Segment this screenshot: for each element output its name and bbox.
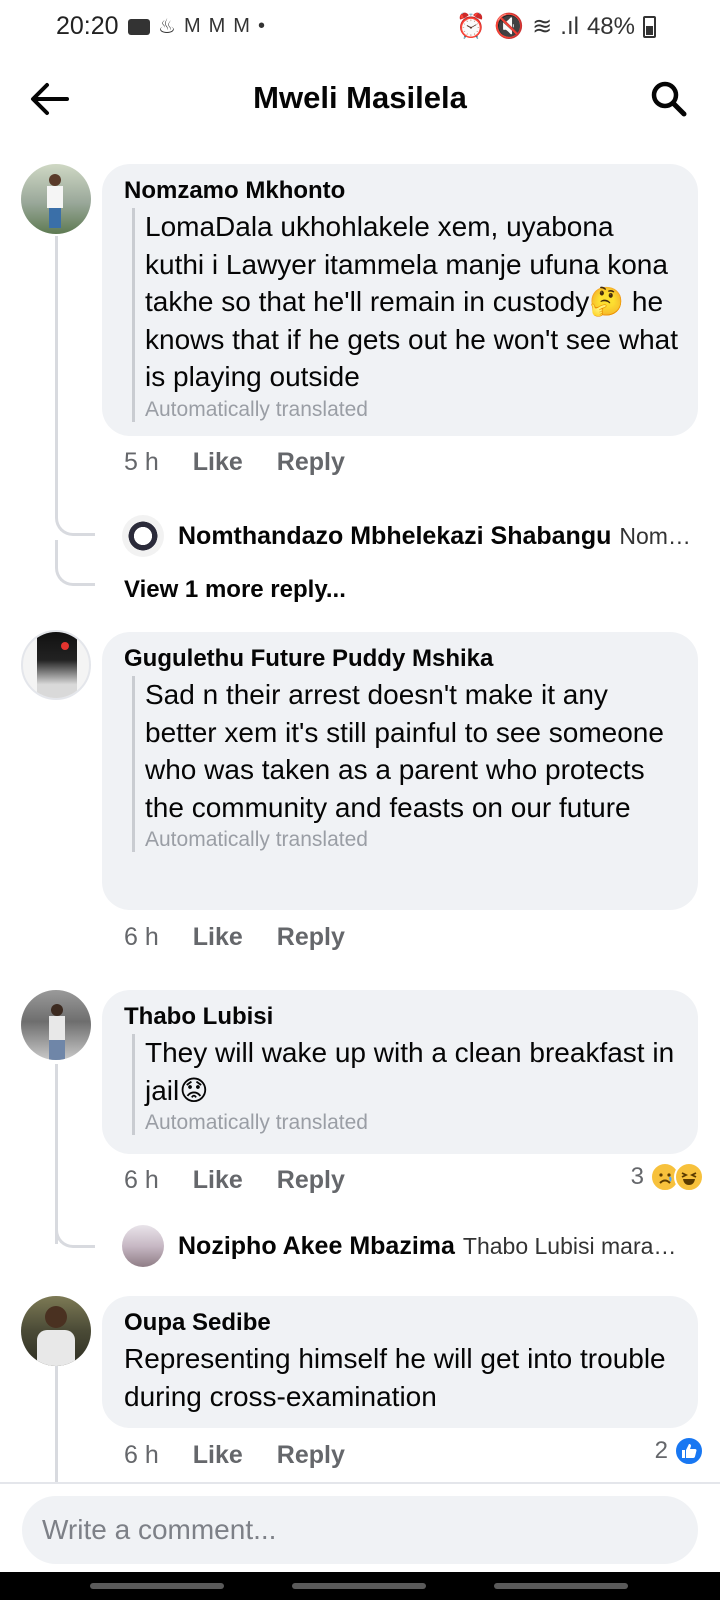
- like-button[interactable]: Like: [193, 1441, 243, 1470]
- thread-connector: [55, 1224, 95, 1248]
- translation-note[interactable]: Automatically translated: [145, 398, 680, 422]
- translation-note[interactable]: Automatically translated: [145, 1111, 686, 1135]
- comment-composer[interactable]: [22, 1496, 698, 1564]
- translated-content: LomaDala ukhohlakele xem, uyabona kuthi …: [132, 208, 680, 422]
- reaction-summary[interactable]: 2: [655, 1436, 704, 1466]
- like-thumb-icon: [674, 1436, 704, 1466]
- comment-text: They will wake up with a clean breakfast…: [145, 1037, 675, 1106]
- haha-face-icon: [674, 1162, 704, 1192]
- view-more-replies-link[interactable]: View 1 more reply...: [124, 576, 346, 604]
- battery-icon: [643, 15, 656, 38]
- youtube-icon: [128, 18, 150, 35]
- comment-bubble[interactable]: Thabo Lubisi They will wake up with a cl…: [102, 990, 698, 1154]
- thread-line: [55, 1064, 58, 1244]
- comment-actions: 6 h Like Reply: [124, 1166, 345, 1195]
- reply-button[interactable]: Reply: [277, 923, 345, 952]
- signal-icon: .ıl: [560, 12, 579, 40]
- comment-bubble[interactable]: Gugulethu Future Puddy Mshika Sad n thei…: [102, 632, 698, 910]
- status-time: 20:20: [56, 12, 119, 40]
- reply-button[interactable]: Reply: [277, 1166, 345, 1195]
- search-button[interactable]: [646, 76, 692, 122]
- reply-author[interactable]: Nomthandazo Mbhelekazi Shabangu: [178, 522, 611, 551]
- avatar[interactable]: [21, 630, 91, 700]
- comment-bubble[interactable]: Oupa Sedibe Representing himself he will…: [102, 1296, 698, 1428]
- translated-content: They will wake up with a clean breakfast…: [132, 1034, 686, 1135]
- comment-text: LomaDala ukhohlakele xem, uyabona kuthi …: [145, 211, 678, 392]
- thread-connector: [55, 500, 95, 536]
- alarm-icon: ⏰: [456, 13, 487, 40]
- status-bar: 20:20 ♨ M M M • ⏰ 🔇 ≋ .ıl 48%: [0, 0, 720, 54]
- thread-line: [55, 1364, 58, 1482]
- comment-time: 5 h: [124, 448, 159, 476]
- header: Mweli Masilela: [0, 64, 720, 134]
- avatar: [122, 1225, 164, 1267]
- comment-bubble[interactable]: Nomzamo Mkhonto LomaDala ukhohlakele xem…: [102, 164, 698, 436]
- system-nav-bar: [0, 1572, 720, 1600]
- reaction-count: 2: [654, 1437, 668, 1464]
- comment-time: 6 h: [124, 923, 159, 951]
- notification-icons: ♨ M M M •: [128, 14, 265, 39]
- gmail-icon: M: [183, 15, 201, 37]
- reply-author[interactable]: Nozipho Akee Mbazima: [178, 1232, 455, 1261]
- nav-home-handle[interactable]: [292, 1583, 426, 1589]
- avatar: [122, 515, 164, 557]
- comment-time: 6 h: [124, 1441, 159, 1469]
- comment-input[interactable]: [42, 1496, 672, 1564]
- reaction-count: 3: [630, 1163, 644, 1190]
- comment-text: Sad n their arrest doesn't make it any b…: [145, 679, 664, 823]
- nav-recents-handle[interactable]: [90, 1583, 224, 1589]
- divider: [0, 1482, 720, 1484]
- reply-preview-row[interactable]: Nomthandazo Mbhelekazi Shabangu Nom…: [122, 515, 691, 557]
- comment-text: Representing himself he will get into tr…: [124, 1343, 666, 1412]
- reply-preview-text: Thabo Lubisi mara…: [462, 1232, 677, 1259]
- nav-back-handle[interactable]: [494, 1583, 628, 1589]
- gmail-icon: M: [233, 15, 250, 37]
- like-button[interactable]: Like: [193, 448, 243, 477]
- reaction-summary[interactable]: 3: [631, 1162, 704, 1192]
- comment-author[interactable]: Thabo Lubisi: [124, 1003, 273, 1031]
- battery-level: 48%: [586, 12, 635, 40]
- notification-icon: ♨: [158, 16, 176, 38]
- comment-actions: 5 h Like Reply: [124, 448, 345, 477]
- like-button[interactable]: Like: [193, 1166, 243, 1195]
- more-dot-icon: •: [257, 15, 265, 37]
- comment-author[interactable]: Nomzamo Mkhonto: [124, 177, 345, 205]
- avatar[interactable]: [21, 990, 91, 1060]
- reply-button[interactable]: Reply: [277, 448, 345, 477]
- reply-button[interactable]: Reply: [277, 1441, 345, 1470]
- avatar[interactable]: [21, 164, 91, 234]
- thread-connector: [55, 540, 95, 586]
- translation-note[interactable]: Automatically translated: [145, 828, 686, 852]
- page-title: Mweli Masilela: [253, 80, 467, 115]
- avatar[interactable]: [21, 1296, 91, 1366]
- comment-actions: 6 h Like Reply: [124, 923, 345, 952]
- thread-line: [55, 236, 58, 516]
- translated-content: Sad n their arrest doesn't make it any b…: [132, 676, 686, 852]
- mute-icon: 🔇: [494, 13, 525, 40]
- gmail-icon: M: [208, 15, 226, 37]
- reply-preview-row[interactable]: Nozipho Akee Mbazima Thabo Lubisi mara…: [122, 1225, 676, 1267]
- like-button[interactable]: Like: [193, 923, 243, 952]
- comment-author[interactable]: Gugulethu Future Puddy Mshika: [124, 645, 493, 673]
- comment-time: 6 h: [124, 1166, 159, 1194]
- system-icons: ⏰ 🔇 ≋ .ıl 48%: [456, 12, 656, 41]
- comment-author[interactable]: Oupa Sedibe: [124, 1309, 271, 1337]
- comment-actions: 6 h Like Reply: [124, 1441, 345, 1470]
- search-icon: [651, 81, 687, 117]
- reply-preview-text: Nom…: [619, 522, 691, 549]
- wifi-icon: ≋: [532, 13, 553, 40]
